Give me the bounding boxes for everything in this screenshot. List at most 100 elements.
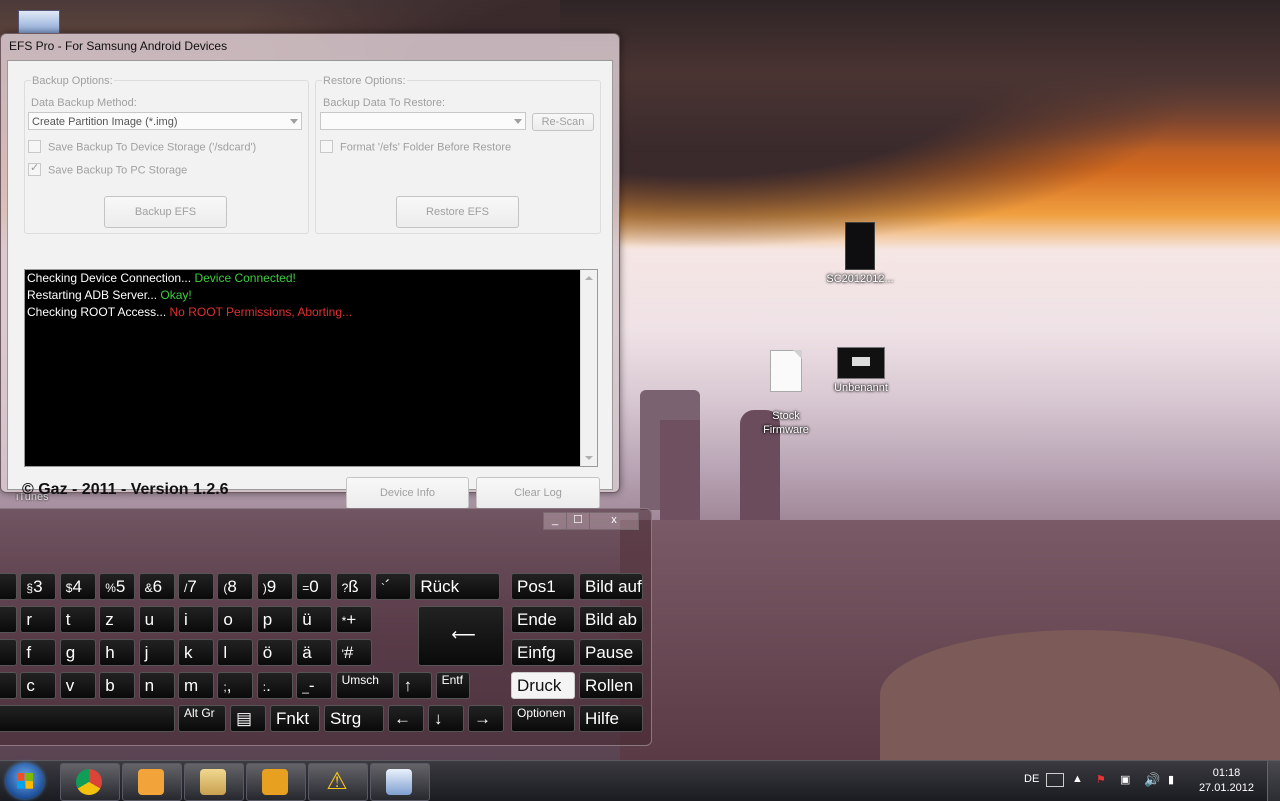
key-f[interactable]: f (20, 639, 57, 666)
log-console[interactable]: Checking Device Connection... Device Con… (24, 269, 598, 467)
taskbar-efs-pro[interactable] (370, 763, 430, 801)
altgr-key[interactable]: Alt Gr (178, 705, 226, 732)
backup-efs-button[interactable]: Backup EFS (104, 196, 227, 228)
nav-key-pause[interactable]: Pause (579, 639, 643, 666)
key-e[interactable]: e (0, 606, 17, 633)
nav-key-hilfe[interactable]: Hilfe (579, 705, 643, 732)
key-l[interactable]: l (217, 639, 254, 666)
entf-key[interactable]: Entf (435, 672, 470, 699)
desktop-icon-unbenannt[interactable]: Unbenannt (821, 347, 901, 394)
nav-key-pos1[interactable]: Pos1 (511, 573, 575, 600)
format-efs-checkbox[interactable]: Format '/efs' Folder Before Restore (320, 140, 511, 154)
scroll-up-icon[interactable] (585, 276, 593, 280)
save-device-checkbox[interactable]: Save Backup To Device Storage ('/sdcard'… (28, 140, 256, 154)
show-desktop-button[interactable] (1267, 761, 1280, 801)
strg-key[interactable]: Strg (324, 705, 384, 732)
key-8[interactable]: =0 (296, 573, 333, 600)
key-9[interactable]: ?ß (335, 573, 372, 600)
nav-key-bild-auf[interactable]: Bild auf (579, 573, 643, 600)
key-plus[interactable]: *+ (335, 606, 372, 633)
signal-icon[interactable]: ▮ (1168, 773, 1174, 786)
enter-key[interactable]: ⟵ (418, 606, 504, 666)
fnkt-key[interactable]: Fnkt (270, 705, 320, 732)
key-4[interactable]: &6 (138, 573, 175, 600)
chevron-up-icon[interactable]: ▲ (1072, 773, 1083, 785)
key-r[interactable]: r (20, 606, 57, 633)
taskbar-warning[interactable]: ⚠ (308, 763, 368, 801)
key-v[interactable]: v (59, 672, 96, 699)
desktop-icon-stock-firmware[interactable]: Stock Firmware (746, 336, 826, 451)
key-ä[interactable]: ä (296, 639, 333, 666)
up-arrow-key[interactable]: ↑ (397, 672, 432, 699)
key-punct-0[interactable]: ;, (217, 672, 254, 699)
key-1[interactable]: §3 (20, 573, 57, 600)
key-hash[interactable]: '# (335, 639, 372, 666)
key-t[interactable]: t (59, 606, 96, 633)
clock[interactable]: 01:18 27.01.2012 (1199, 766, 1254, 796)
key-o[interactable]: o (217, 606, 254, 633)
menu-key[interactable]: ▤ (230, 705, 266, 732)
device-info-button[interactable]: Device Info (346, 477, 469, 509)
key-k[interactable]: k (178, 639, 214, 666)
key-ö[interactable]: ö (256, 639, 293, 666)
key-j[interactable]: j (138, 639, 175, 666)
nav-key-bild-ab[interactable]: Bild ab (579, 606, 643, 633)
clear-log-button[interactable]: Clear Log (476, 477, 600, 509)
save-pc-checkbox[interactable]: Save Backup To PC Storage (28, 162, 187, 177)
key-m[interactable]: m (178, 672, 214, 699)
nav-key-rollen[interactable]: Rollen (579, 672, 643, 699)
taskbar-media-player[interactable] (246, 763, 306, 801)
key-c[interactable]: c (20, 672, 57, 699)
volume-icon[interactable]: 🔊 (1144, 772, 1160, 788)
key-b[interactable]: b (99, 672, 136, 699)
start-button[interactable] (6, 763, 44, 799)
desktop-icon-partial[interactable] (18, 10, 60, 34)
key-d[interactable]: d (0, 639, 17, 666)
key-punct-2[interactable]: _- (296, 672, 333, 699)
network-icon[interactable]: ▣ (1120, 773, 1130, 786)
key-7[interactable]: )9 (256, 573, 293, 600)
restore-data-select[interactable] (320, 112, 526, 130)
key-3[interactable]: %5 (99, 573, 136, 600)
key-10[interactable]: `´ (375, 573, 411, 600)
key-x[interactable]: x (0, 672, 17, 699)
key-i[interactable]: i (178, 606, 214, 633)
restore-efs-button[interactable]: Restore EFS (396, 196, 519, 228)
log-scrollbar[interactable] (580, 270, 597, 466)
key-punct-1[interactable]: :. (256, 672, 293, 699)
space-key[interactable] (0, 705, 175, 732)
taskbar-explorer[interactable] (184, 763, 244, 801)
language-indicator[interactable]: DE (1024, 773, 1039, 785)
key-u[interactable]: u (138, 606, 175, 633)
down-arrow-key[interactable]: ↓ (428, 705, 464, 732)
key-5[interactable]: /7 (178, 573, 214, 600)
maximize-button[interactable]: ☐ (566, 512, 590, 530)
left-arrow-key[interactable]: ← (388, 705, 424, 732)
umsch-key[interactable]: Umsch (335, 672, 394, 699)
rescan-button[interactable]: Re-Scan (532, 113, 594, 131)
key-ü[interactable]: ü (296, 606, 333, 633)
keyboard-icon[interactable] (1046, 773, 1064, 787)
desktop-icon-sc[interactable]: SC2012012... (820, 222, 900, 285)
action-center-flag-icon[interactable]: ⚑ (1096, 773, 1106, 786)
key-2[interactable]: $4 (59, 573, 96, 600)
right-arrow-key[interactable]: → (468, 705, 504, 732)
backup-method-select[interactable]: Create Partition Image (*.img) (28, 112, 302, 130)
key-6[interactable]: (8 (217, 573, 254, 600)
minimize-button[interactable]: _ (543, 512, 567, 530)
taskbar-chrome[interactable] (60, 763, 120, 801)
key-p[interactable]: p (256, 606, 293, 633)
close-button[interactable]: x (589, 512, 639, 530)
key-11[interactable]: Rück (414, 573, 501, 600)
key-z[interactable]: z (99, 606, 136, 633)
nav-key-ende[interactable]: Ende (511, 606, 575, 633)
nav-key-optionen[interactable]: Optionen (511, 705, 575, 732)
nav-key-druck[interactable]: Druck (511, 672, 575, 699)
key-h[interactable]: h (99, 639, 136, 666)
key-n[interactable]: n (138, 672, 175, 699)
key-0[interactable]: 2 (0, 573, 17, 600)
taskbar-outlook[interactable] (122, 763, 182, 801)
nav-key-einfg[interactable]: Einfg (511, 639, 575, 666)
scroll-down-icon[interactable] (585, 456, 593, 460)
key-g[interactable]: g (59, 639, 96, 666)
